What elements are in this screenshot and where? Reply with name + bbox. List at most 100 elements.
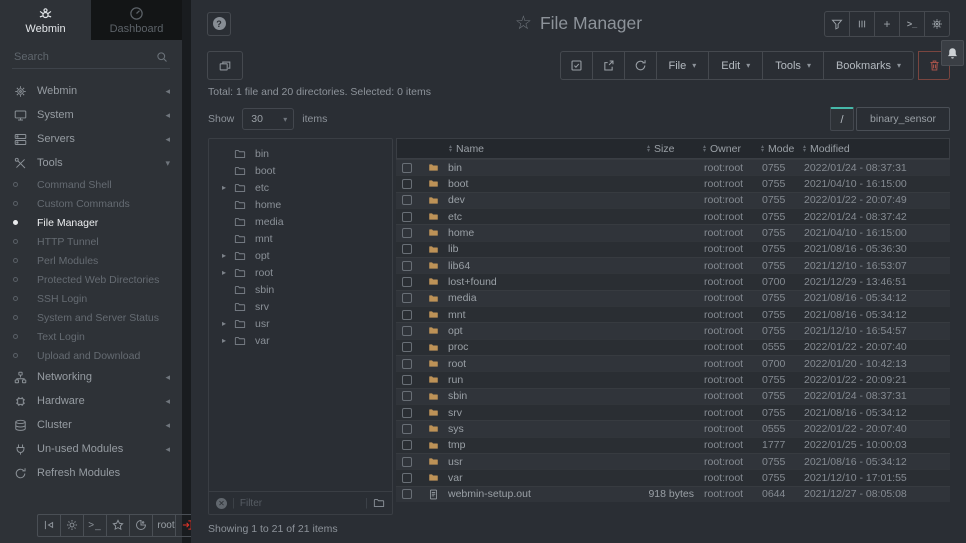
theme-button[interactable]	[129, 514, 153, 537]
expand-caret-icon[interactable]: ▸	[219, 336, 229, 345]
tree-item-var[interactable]: ▸var	[209, 332, 392, 349]
collapse-sidebar-button[interactable]	[37, 514, 61, 537]
breadcrumb-root[interactable]: /	[830, 107, 854, 131]
table-row-usr[interactable]: usrroot:root07552021/08/16 - 05:34:12	[396, 453, 950, 469]
tree-item-boot[interactable]: boot	[209, 162, 392, 179]
column-header-mode[interactable]: ▴▾ Mode	[761, 143, 803, 155]
table-row-mnt[interactable]: mntroot:root07552021/08/16 - 05:34:12	[396, 306, 950, 322]
tree-item-bin[interactable]: bin	[209, 145, 392, 162]
row-checkbox[interactable]	[402, 489, 412, 499]
tree-filter-input[interactable]	[240, 498, 360, 509]
submenu-item-perl-modules[interactable]: Perl Modules	[0, 251, 182, 270]
tree-item-media[interactable]: media	[209, 213, 392, 230]
row-checkbox[interactable]	[402, 228, 412, 238]
row-checkbox[interactable]	[402, 342, 412, 352]
clear-filter-icon[interactable]: ✕	[216, 498, 227, 509]
night-mode-button[interactable]	[60, 514, 84, 537]
table-row-boot[interactable]: bootroot:root07552021/04/10 - 16:15:00	[396, 175, 950, 191]
table-row-sys[interactable]: sysroot:root05552022/01/22 - 20:07:40	[396, 420, 950, 436]
columns-button[interactable]	[849, 11, 875, 37]
submenu-item-protected-web-directories[interactable]: Protected Web Directories	[0, 270, 182, 289]
settings-button[interactable]	[924, 11, 950, 37]
tree-item-mnt[interactable]: mnt	[209, 230, 392, 247]
terminal-button[interactable]: >_	[83, 514, 107, 537]
table-row-run[interactable]: runroot:root07552022/01/22 - 20:09:21	[396, 371, 950, 387]
tree-item-etc[interactable]: ▸etc	[209, 179, 392, 196]
table-row-dev[interactable]: devroot:root07552022/01/22 - 20:07:49	[396, 192, 950, 208]
column-header-size[interactable]: ▴▾ Size	[647, 143, 703, 155]
row-checkbox[interactable]	[402, 408, 412, 418]
help-button[interactable]: ?	[207, 12, 231, 36]
table-row-webmin-setup-out[interactable]: webmin-setup.out918 bytesroot:root064420…	[396, 486, 950, 502]
expand-caret-icon[interactable]: ▸	[219, 183, 229, 192]
menu-bookmarks-button[interactable]: Bookmarks▾	[823, 51, 914, 80]
column-header-owner[interactable]: ▴▾ Owner	[703, 143, 761, 155]
table-row-home[interactable]: homeroot:root07552021/04/10 - 16:15:00	[396, 224, 950, 240]
table-row-lib[interactable]: libroot:root07552021/08/16 - 05:36:30	[396, 241, 950, 257]
refresh-button[interactable]	[624, 51, 657, 80]
tree-item-sbin[interactable]: sbin	[209, 281, 392, 298]
submenu-item-command-shell[interactable]: Command Shell	[0, 175, 182, 194]
submenu-item-text-login[interactable]: Text Login	[0, 327, 182, 346]
row-checkbox[interactable]	[402, 440, 412, 450]
submenu-item-custom-commands[interactable]: Custom Commands	[0, 194, 182, 213]
sidebar-item-networking[interactable]: Networking◂	[0, 365, 182, 389]
menu-tools-button[interactable]: Tools▾	[762, 51, 824, 80]
table-row-bin[interactable]: binroot:root07552022/01/24 - 08:37:31	[396, 159, 950, 175]
row-checkbox[interactable]	[402, 261, 412, 271]
sidebar-item-webmin[interactable]: Webmin◂	[0, 79, 182, 103]
row-checkbox[interactable]	[402, 457, 412, 467]
sidebar-item-tools[interactable]: Tools▾	[0, 151, 182, 175]
table-row-sbin[interactable]: sbinroot:root07552022/01/24 - 08:37:31	[396, 388, 950, 404]
table-row-var[interactable]: varroot:root07552021/12/10 - 17:01:55	[396, 469, 950, 485]
row-checkbox[interactable]	[402, 310, 412, 320]
table-row-root[interactable]: rootroot:root07002022/01/20 - 10:42:13	[396, 355, 950, 371]
sidebar-item-un-used-modules[interactable]: Un-used Modules◂	[0, 437, 182, 461]
row-checkbox[interactable]	[402, 293, 412, 303]
row-checkbox[interactable]	[402, 473, 412, 483]
tree-item-home[interactable]: home	[209, 196, 392, 213]
table-row-proc[interactable]: procroot:root05552022/01/22 - 20:07:40	[396, 339, 950, 355]
tab-dashboard[interactable]: Dashboard	[91, 0, 182, 40]
table-row-tmp[interactable]: tmproot:root17772022/01/25 - 10:00:03	[396, 437, 950, 453]
table-row-srv[interactable]: srvroot:root07552021/08/16 - 05:34:12	[396, 404, 950, 420]
expand-caret-icon[interactable]: ▸	[219, 319, 229, 328]
row-checkbox[interactable]	[402, 195, 412, 205]
column-header-modified[interactable]: ▴▾ Modified	[803, 143, 949, 155]
menu-file-button[interactable]: File▾	[656, 51, 710, 80]
sidebar-item-refresh-modules[interactable]: Refresh Modules	[0, 461, 182, 485]
export-button[interactable]	[592, 51, 625, 80]
row-checkbox[interactable]	[402, 163, 412, 173]
row-checkbox[interactable]	[402, 326, 412, 336]
sidebar-item-hardware[interactable]: Hardware◂	[0, 389, 182, 413]
add-button[interactable]: +	[874, 11, 900, 37]
column-header-name[interactable]: ▴▾ Name	[449, 143, 647, 155]
menu-edit-button[interactable]: Edit▾	[708, 51, 763, 80]
expand-caret-icon[interactable]: ▸	[219, 251, 229, 260]
tree-item-opt[interactable]: ▸opt	[209, 247, 392, 264]
row-checkbox[interactable]	[402, 277, 412, 287]
row-checkbox[interactable]	[402, 212, 412, 222]
sidebar-item-servers[interactable]: Servers◂	[0, 127, 182, 151]
table-row-media[interactable]: mediaroot:root07552021/08/16 - 05:34:12	[396, 290, 950, 306]
row-checkbox[interactable]	[402, 359, 412, 369]
tab-webmin[interactable]: Webmin	[0, 0, 91, 40]
tree-toggle-button[interactable]	[207, 51, 243, 80]
filter-button[interactable]	[824, 11, 850, 37]
notification-toggle[interactable]	[941, 40, 964, 66]
favorite-star-icon[interactable]: ☆	[515, 12, 532, 35]
submenu-item-ssh-login[interactable]: SSH Login	[0, 289, 182, 308]
favorites-button[interactable]	[106, 514, 130, 537]
folder-icon[interactable]	[373, 497, 385, 509]
submenu-item-file-manager[interactable]: File Manager	[0, 213, 182, 232]
search-input[interactable]	[14, 51, 156, 63]
table-row-opt[interactable]: optroot:root07552021/12/10 - 16:54:57	[396, 322, 950, 338]
submenu-item-http-tunnel[interactable]: HTTP Tunnel	[0, 232, 182, 251]
row-checkbox[interactable]	[402, 375, 412, 385]
row-checkbox[interactable]	[402, 424, 412, 434]
row-checkbox[interactable]	[402, 179, 412, 189]
page-size-select[interactable]: 30 ▾	[242, 108, 294, 130]
breadcrumb-path[interactable]: binary_sensor	[856, 107, 950, 131]
submenu-item-system-and-server-status[interactable]: System and Server Status	[0, 308, 182, 327]
terminal-button[interactable]: >_	[899, 11, 925, 37]
